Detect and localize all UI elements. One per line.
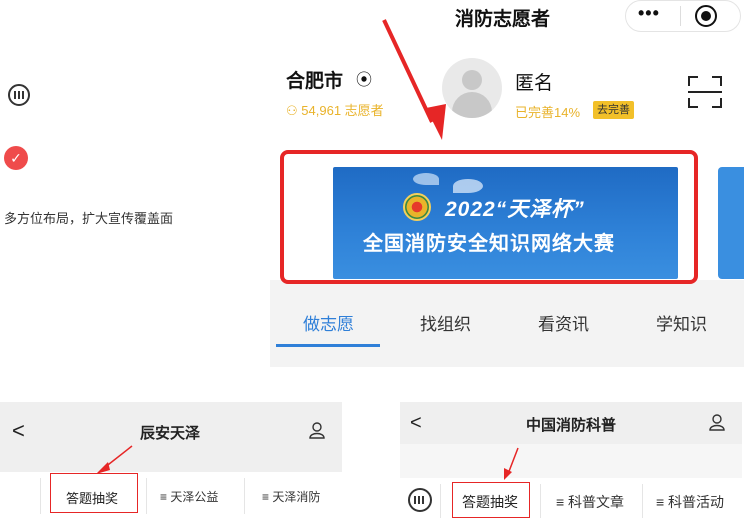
user-name: 匿名 xyxy=(515,73,554,94)
location-pin-icon[interactable]: ⦿ xyxy=(356,66,372,90)
page-title: 中国消防科普 xyxy=(526,417,617,434)
tab-volunteer[interactable]: 做志愿 xyxy=(303,310,354,335)
capsule-divider xyxy=(680,6,681,26)
back-icon[interactable]: < xyxy=(410,412,422,435)
profile-progress: 已完善14% xyxy=(515,105,581,120)
menu-divider xyxy=(440,484,441,518)
city-name[interactable]: 合肥市 xyxy=(286,66,343,93)
keyboard-icon[interactable] xyxy=(8,84,30,106)
menu-item-quiz[interactable]: 答题抽奖 xyxy=(66,488,118,507)
menu-divider xyxy=(40,478,41,514)
back-icon[interactable]: < xyxy=(12,418,25,444)
check-circle-icon: ✓ xyxy=(4,146,28,170)
menu-divider xyxy=(540,484,541,518)
volunteer-app-screen: 消防志愿者 ••• 合肥市 ⦿ ⚇ 54,961 志愿者 匿名 已完善14% 去… xyxy=(270,0,744,367)
page-title: 辰安天泽 xyxy=(140,425,201,442)
app-title: 消防志愿者 xyxy=(455,9,551,30)
menu-item-charity[interactable]: ≡ 天泽公益 xyxy=(160,488,218,505)
tab-learn[interactable]: 学知识 xyxy=(656,310,707,335)
next-banner-peek[interactable] xyxy=(718,167,744,279)
more-icon[interactable]: ••• xyxy=(638,3,660,24)
menu-divider xyxy=(146,478,147,514)
keyboard-icon[interactable] xyxy=(408,488,432,512)
complete-profile-button[interactable]: 去完善 xyxy=(593,101,634,119)
menu-item-quiz[interactable]: 答题抽奖 xyxy=(462,492,518,512)
menu-item-activities[interactable]: ≡ 科普活动 xyxy=(656,492,724,512)
volunteer-count-text: 54,961 志愿者 xyxy=(301,103,384,118)
people-icon: ⚇ xyxy=(286,103,302,118)
avatar[interactable] xyxy=(442,58,502,118)
target-icon[interactable] xyxy=(695,5,717,27)
menu-divider xyxy=(244,478,245,514)
highlight-box xyxy=(280,150,698,284)
tab-news[interactable]: 看资讯 xyxy=(538,310,589,335)
user-icon[interactable] xyxy=(708,413,726,431)
tab-organization[interactable]: 找组织 xyxy=(420,310,471,335)
menu-item-articles[interactable]: ≡ 科普文章 xyxy=(556,492,624,512)
left-caption: 多方位布局，扩大宣传覆盖面 xyxy=(4,211,174,226)
volunteer-count: ⚇ 54,961 志愿者 xyxy=(286,100,384,119)
menu-item-fire[interactable]: ≡ 天泽消防 xyxy=(262,488,320,505)
active-tab-indicator xyxy=(276,344,380,347)
menu-divider xyxy=(642,484,643,518)
user-icon[interactable] xyxy=(308,421,326,439)
scan-icon[interactable] xyxy=(688,76,722,108)
